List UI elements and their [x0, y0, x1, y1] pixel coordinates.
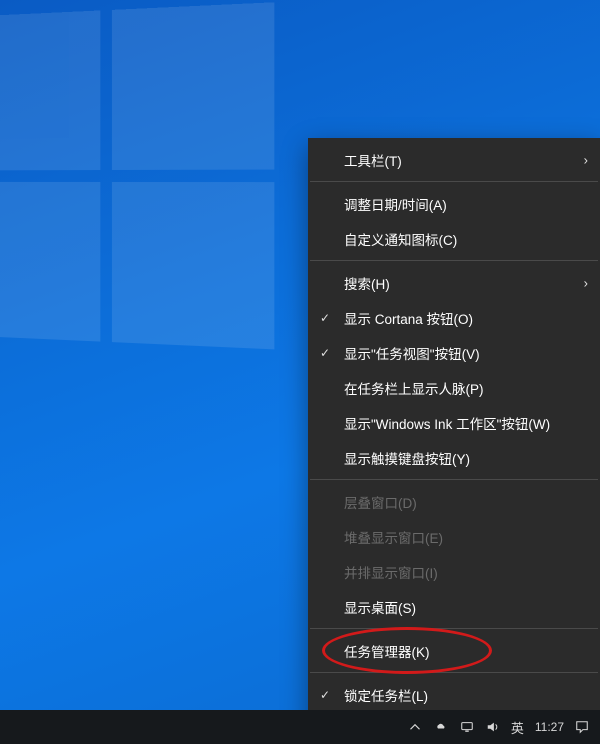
windows-logo — [0, 2, 283, 358]
menu-item-label: 锁定任务栏(L) — [344, 685, 428, 705]
menu-item-label: 显示桌面(S) — [344, 597, 416, 617]
windows-logo-pane — [0, 182, 100, 342]
menu-item-show-ink[interactable]: 显示"Windows Ink 工作区"按钮(W) — [308, 405, 600, 440]
menu-item-toolbars[interactable]: 工具栏(T) › — [308, 142, 600, 177]
windows-logo-pane — [112, 2, 274, 170]
menu-item-stack: 堆叠显示窗口(E) — [308, 519, 600, 554]
windows-logo-pane — [112, 182, 274, 349]
menu-item-adjust-datetime[interactable]: 调整日期/时间(A) — [308, 186, 600, 221]
menu-separator — [310, 672, 598, 673]
menu-item-label: 工具栏(T) — [344, 150, 402, 170]
menu-item-label: 在任务栏上显示人脉(P) — [344, 378, 484, 398]
windows-logo-pane — [0, 10, 100, 170]
menu-item-task-manager[interactable]: 任务管理器(K) — [308, 633, 600, 668]
taskbar-context-menu: 工具栏(T) › 调整日期/时间(A) 自定义通知图标(C) 搜索(H) › ✓ 显示 Cor… — [308, 138, 600, 744]
tray-ime-indicator[interactable]: 英 — [511, 718, 525, 737]
tray-volume-icon[interactable] — [485, 719, 501, 735]
menu-item-lock-taskbar[interactable]: ✓ 锁定任务栏(L) — [308, 677, 600, 712]
menu-item-label: 堆叠显示窗口(E) — [344, 527, 443, 547]
menu-separator — [310, 479, 598, 480]
taskbar[interactable]: 英 11:27 — [0, 710, 600, 744]
menu-item-customize-notify-icons[interactable]: 自定义通知图标(C) — [308, 221, 600, 256]
desktop[interactable]: 工具栏(T) › 调整日期/时间(A) 自定义通知图标(C) 搜索(H) › ✓ 显示 Cor… — [0, 0, 600, 744]
check-icon: ✓ — [320, 311, 330, 325]
menu-separator — [310, 181, 598, 182]
menu-item-label: 自定义通知图标(C) — [344, 229, 457, 249]
check-icon: ✓ — [320, 688, 330, 702]
menu-separator — [310, 260, 598, 261]
menu-item-label: 层叠窗口(D) — [344, 492, 417, 512]
menu-item-label: 搜索(H) — [344, 273, 390, 293]
tray-network-icon[interactable] — [459, 719, 475, 735]
menu-item-sidebyside: 并排显示窗口(I) — [308, 554, 600, 589]
menu-item-show-taskview[interactable]: ✓ 显示"任务视图"按钮(V) — [308, 335, 600, 370]
menu-item-label: 调整日期/时间(A) — [344, 194, 447, 214]
menu-item-label: 任务管理器(K) — [344, 641, 430, 661]
tray-clock[interactable]: 11:27 — [535, 720, 564, 734]
system-tray[interactable]: 英 11:27 — [397, 718, 600, 737]
menu-item-show-desktop[interactable]: 显示桌面(S) — [308, 589, 600, 624]
check-icon: ✓ — [320, 346, 330, 360]
chevron-right-icon: › — [584, 275, 588, 290]
menu-item-label: 显示"任务视图"按钮(V) — [344, 343, 480, 363]
menu-item-label: 显示 Cortana 按钮(O) — [344, 308, 473, 328]
menu-item-show-touchkbd[interactable]: 显示触摸键盘按钮(Y) — [308, 440, 600, 475]
tray-action-center-icon[interactable] — [574, 719, 590, 735]
menu-item-label: 显示触摸键盘按钮(Y) — [344, 448, 470, 468]
tray-onedrive-icon[interactable] — [433, 719, 449, 735]
menu-item-label: 显示"Windows Ink 工作区"按钮(W) — [344, 413, 550, 433]
chevron-right-icon: › — [584, 152, 588, 167]
menu-separator — [310, 628, 598, 629]
menu-item-label: 并排显示窗口(I) — [344, 562, 438, 582]
menu-item-show-cortana[interactable]: ✓ 显示 Cortana 按钮(O) — [308, 300, 600, 335]
menu-item-search[interactable]: 搜索(H) › — [308, 265, 600, 300]
menu-item-show-people[interactable]: 在任务栏上显示人脉(P) — [308, 370, 600, 405]
menu-item-cascade: 层叠窗口(D) — [308, 484, 600, 519]
tray-chevron-up-icon[interactable] — [407, 719, 423, 735]
